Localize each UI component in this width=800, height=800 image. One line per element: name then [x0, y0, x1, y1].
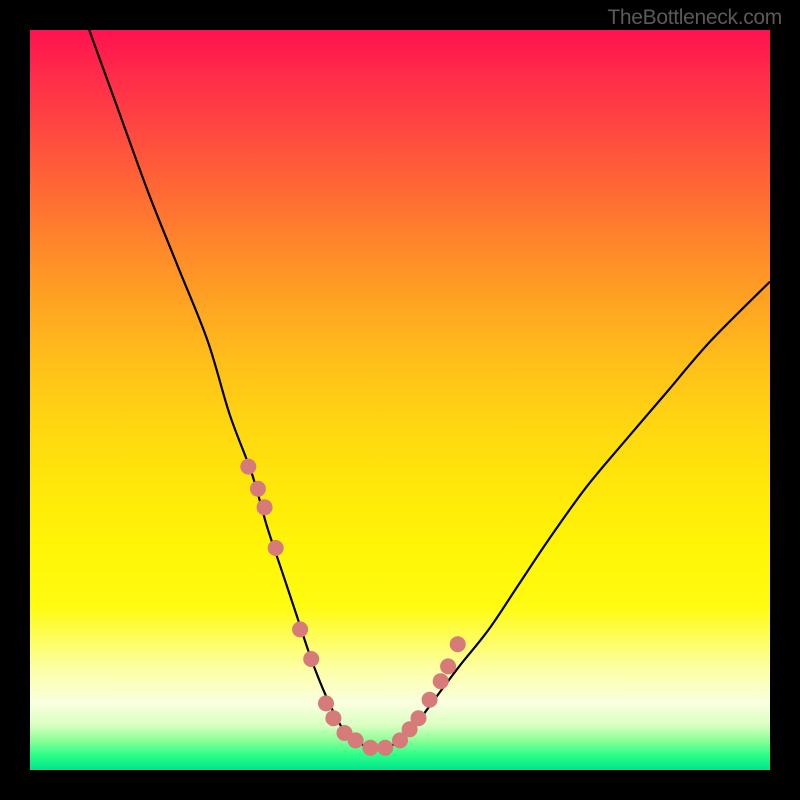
chart-curve [89, 30, 770, 749]
chart-plot-area [30, 30, 770, 770]
chart-marker [257, 499, 273, 515]
chart-svg [30, 30, 770, 770]
watermark-text: TheBottleneck.com [607, 6, 782, 30]
chart-marker [422, 692, 438, 708]
chart-marker [325, 710, 341, 726]
chart-marker [440, 658, 456, 674]
chart-marker [268, 540, 284, 556]
chart-marker [411, 710, 427, 726]
chart-markers [240, 459, 465, 756]
chart-marker [292, 621, 308, 637]
chart-marker [240, 459, 256, 475]
chart-marker [433, 673, 449, 689]
chart-marker [450, 636, 466, 652]
chart-marker [362, 740, 378, 756]
chart-marker [348, 732, 364, 748]
chart-marker [377, 740, 393, 756]
chart-marker [303, 651, 319, 667]
chart-marker [318, 695, 334, 711]
chart-marker [250, 481, 266, 497]
